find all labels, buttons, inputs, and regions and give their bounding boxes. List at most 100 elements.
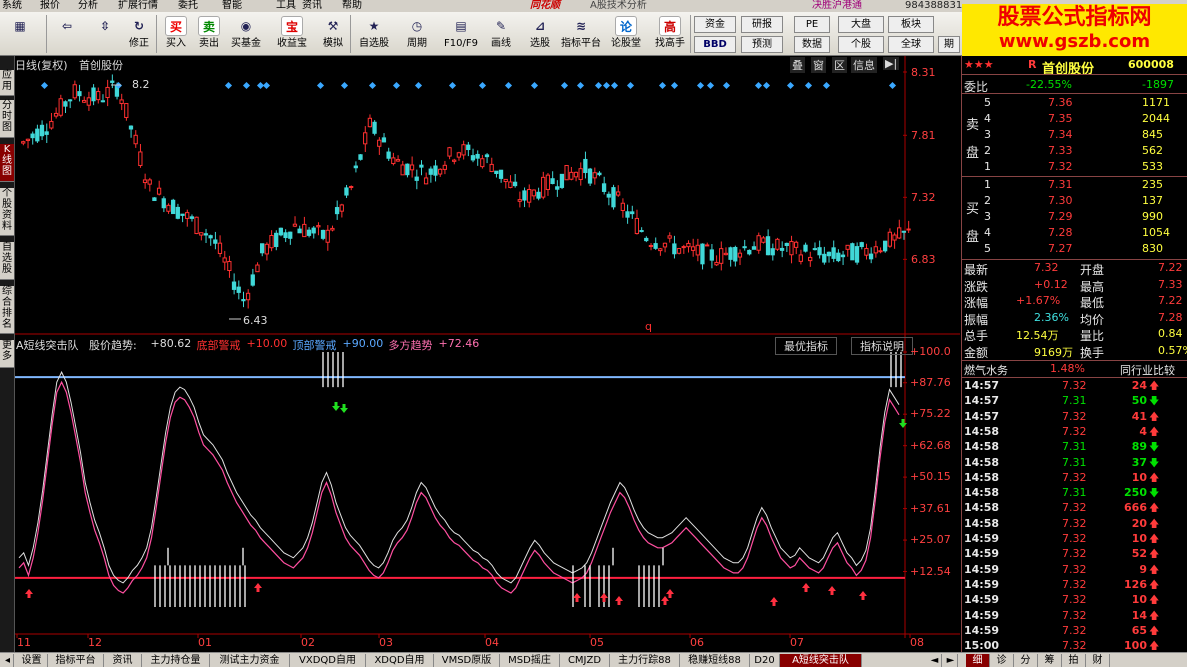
indicator-tab[interactable]: 设置 <box>16 654 48 667</box>
detail-tab[interactable]: 筹 <box>1038 654 1062 667</box>
ask-level: 5 <box>984 96 991 109</box>
refresh-button[interactable]: ↻ 修正 <box>124 14 154 54</box>
candle-body <box>49 120 54 129</box>
left-tab[interactable]: 自选股 <box>0 242 14 280</box>
chart-header-button[interactable]: ▶| <box>883 57 900 70</box>
quick-button[interactable]: PE <box>794 16 830 33</box>
buy-button[interactable]: 买买入 <box>161 14 191 54</box>
indicator-tab[interactable]: 主力行踪88 <box>610 654 680 667</box>
forum-button[interactable]: 论论股堂 <box>606 14 646 54</box>
quick-button[interactable]: 数据 <box>794 36 830 53</box>
quick-button[interactable]: 研报 <box>741 16 783 33</box>
clock-button[interactable]: ◷ 周期 <box>400 14 434 54</box>
quick-button[interactable]: 板块 <box>888 16 934 33</box>
candle-body <box>330 227 335 231</box>
detail-tab[interactable]: 诊 <box>990 654 1014 667</box>
tick-volume: 14 <box>1131 608 1147 622</box>
menu-2[interactable]: 分析 <box>78 0 98 12</box>
left-tab[interactable]: 应用 <box>0 70 14 96</box>
indicator-tab[interactable]: 稳赚短线88 <box>680 654 750 667</box>
candle-body <box>447 147 452 157</box>
watermark-line2: www.gszb.com <box>998 31 1151 52</box>
quick-button[interactable]: 资金 <box>694 16 736 33</box>
quick-button[interactable]: 期 <box>938 36 960 53</box>
back-arrow-button[interactable]: ⇦ <box>52 14 82 54</box>
candle-body <box>653 243 658 249</box>
treasure-button[interactable]: 宝收益宝 <box>272 14 312 54</box>
detail-tab[interactable]: 财 <box>1086 654 1110 667</box>
quick-button[interactable]: 预测 <box>741 36 783 53</box>
grid-button[interactable]: ▦ <box>6 14 34 54</box>
indicator-tab[interactable]: 主力持仓量 <box>142 654 210 667</box>
indicator-tab[interactable]: XDQD自用 <box>366 654 434 667</box>
indicator-tab[interactable]: D20 <box>750 654 780 667</box>
filter-icon: ⊿ <box>534 19 546 33</box>
sell-button[interactable]: 卖卖出 <box>194 14 224 54</box>
expert-button[interactable]: 高找高手 <box>650 14 690 54</box>
tick-time: 14:59 <box>964 577 1000 591</box>
candle-body <box>686 242 691 248</box>
menu-8[interactable]: 帮助 <box>342 0 362 12</box>
indicator-tab[interactable]: A短线突击队 <box>780 654 862 667</box>
candle-body <box>166 204 171 212</box>
detail-tab[interactable]: 拍 <box>1062 654 1086 667</box>
chart-header-button[interactable]: 区 <box>832 57 847 73</box>
ask-volume: 845 <box>1142 128 1163 141</box>
detail-tab[interactable]: 分 <box>1014 654 1038 667</box>
quick-button[interactable]: 个股 <box>838 36 884 53</box>
candle-body <box>189 216 195 219</box>
left-tab[interactable]: 综合排名 <box>0 286 14 334</box>
quick-button[interactable]: 全球 <box>888 36 934 53</box>
fund-button[interactable]: ◉ 买基金 <box>226 14 266 54</box>
menu-6[interactable]: 工具 <box>276 0 296 12</box>
toolbar-label: 收益宝 <box>277 38 307 49</box>
panel-divider <box>962 259 1187 260</box>
menu-4[interactable]: 委托 <box>178 0 198 12</box>
indicator-tab[interactable]: VMSD原版 <box>434 654 500 667</box>
up-down-arrow-button[interactable]: ⇳ <box>92 14 118 54</box>
menu-7[interactable]: 资讯 <box>302 0 322 12</box>
indicator-tab[interactable]: 指标平台 <box>48 654 104 667</box>
candle-body <box>377 139 382 147</box>
candle-body <box>793 241 799 248</box>
menu-3[interactable]: 扩展行情 <box>118 0 158 12</box>
indicator-button[interactable]: 指标说明 <box>851 337 913 355</box>
scroll-right-icon[interactable]: ► <box>944 654 958 667</box>
indicator-button[interactable]: 最优指标 <box>775 337 837 355</box>
left-tab[interactable]: 个股资料 <box>0 188 14 236</box>
indicator-tab[interactable]: MSD摇庄 <box>500 654 560 667</box>
chart-header-button[interactable]: 叠 <box>790 57 805 73</box>
quick-button[interactable]: BBD <box>694 36 736 53</box>
app-brand: 同花顺 <box>530 0 560 11</box>
candle-body <box>180 213 185 216</box>
left-tab[interactable]: K线图 <box>0 144 14 182</box>
indicator-tab[interactable]: 测试主力资金 <box>210 654 290 667</box>
left-tab[interactable]: 更多 <box>0 340 14 368</box>
quick-button[interactable]: 大盘 <box>838 16 884 33</box>
indicator-tab[interactable]: VXDQD自用 <box>290 654 366 667</box>
chart-header-button[interactable]: 信息 <box>851 57 877 73</box>
star-button[interactable]: ★ 自选股 <box>354 14 394 54</box>
pencil-button[interactable]: ✎ 画线 <box>484 14 518 54</box>
candle-body <box>470 155 476 161</box>
compare-button[interactable]: 同行业比较 <box>1120 362 1175 378</box>
menu-5[interactable]: 智能 <box>222 0 242 12</box>
f10-button[interactable]: ▤ F10/F9 <box>440 14 482 54</box>
hammer-button[interactable]: ⚒ 模拟 <box>318 14 348 54</box>
chart-header-button[interactable]: 窗 <box>811 57 826 73</box>
scroll-left-icon[interactable]: ◄ <box>928 654 942 667</box>
menu-1[interactable]: 报价 <box>40 0 60 12</box>
weibi-value: -22.55% <box>1026 78 1072 91</box>
kline-chart-area[interactable]: 日线(复权) 首创股份 叠窗区信息 ▶| 8.31 7.81 7.32 6.83 8.2 6.43… <box>15 56 960 649</box>
candle-body <box>625 211 630 218</box>
left-tab[interactable]: 分时图 <box>0 100 14 138</box>
scroll-left-icon[interactable]: ◂ <box>2 654 14 667</box>
tick-price: 7.31 <box>1062 455 1087 469</box>
indicator-tab[interactable]: 资讯 <box>104 654 142 667</box>
menu-0[interactable]: 系统 <box>2 0 22 12</box>
indicator-button[interactable]: ≋ 指标平台 <box>558 14 604 54</box>
hk-connect-link[interactable]: 决胜沪港通 <box>812 0 862 12</box>
detail-tab[interactable]: 细 <box>966 654 990 667</box>
filter-button[interactable]: ⊿ 选股 <box>524 14 556 54</box>
indicator-tab[interactable]: CMJZD <box>560 654 610 667</box>
